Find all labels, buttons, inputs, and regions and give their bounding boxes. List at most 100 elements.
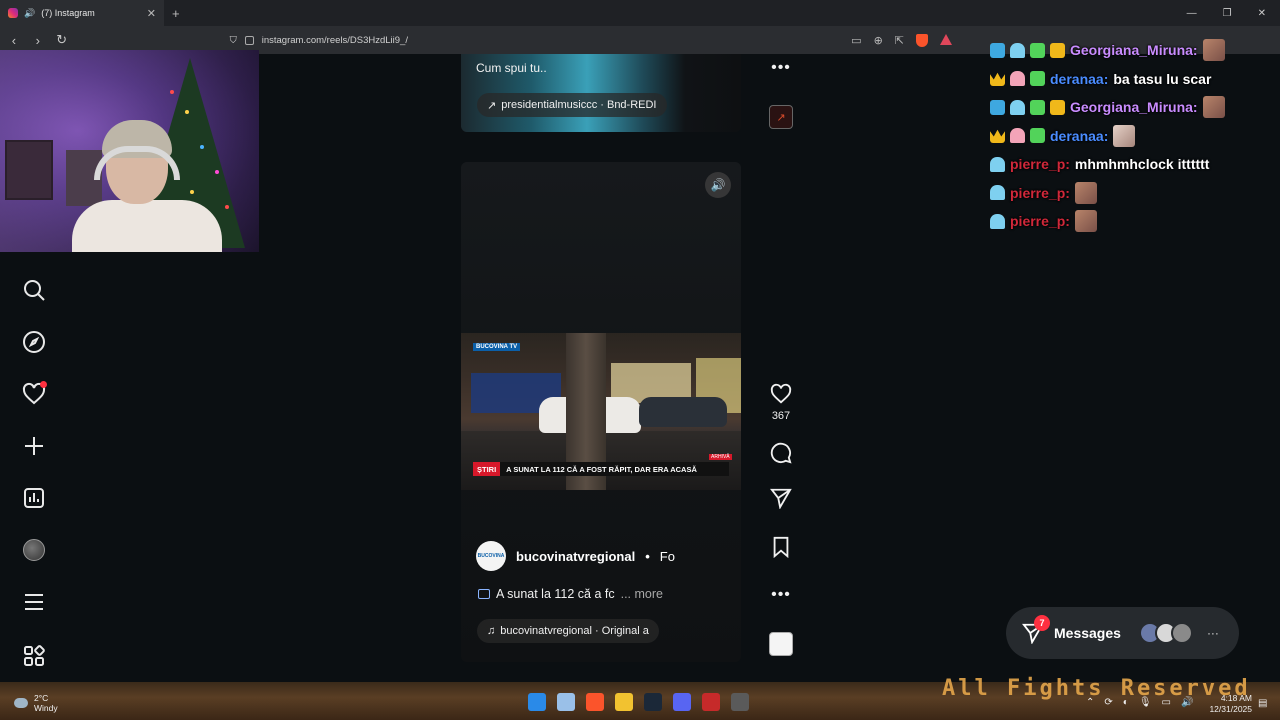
restore-button[interactable]: ❐	[1223, 8, 1232, 19]
tree-light	[170, 90, 174, 94]
cast-icon[interactable]: ▭	[851, 34, 861, 47]
tray-chevron-icon[interactable]: ⌃	[1086, 697, 1094, 708]
sidebar-more[interactable]	[20, 588, 48, 616]
gold-badge-icon	[1050, 42, 1065, 58]
search-icon	[24, 280, 45, 301]
sidebar-create[interactable]	[20, 432, 48, 460]
reel-video[interactable]: BUCOVINA TV ARHIVĂ ȘTIRI A SUNAT LA 112 …	[461, 333, 741, 490]
share-icon[interactable]: ⇱	[895, 34, 904, 47]
volume-icon[interactable]: 🔊	[1181, 697, 1193, 708]
reel-options-button[interactable]: •••	[768, 582, 794, 608]
description-text: A sunat la 112 că a fc	[496, 587, 615, 601]
sidebar-notifications[interactable]	[20, 380, 48, 408]
zoom-icon[interactable]: ⊕	[874, 34, 883, 47]
channel-logo: BUCOVINA TV	[473, 343, 521, 351]
sidebar-explore[interactable]	[20, 328, 48, 356]
sound-toggle-button[interactable]: 🔊	[705, 172, 731, 198]
current-reel[interactable]: 🔊 BUCOVINA TV ARHIVĂ ȘTIRI A SUNAT LA 11…	[461, 162, 741, 662]
author-avatar[interactable]: BUCOVINA	[476, 541, 506, 571]
follow-button[interactable]: Fo	[660, 549, 675, 564]
microphone-icon[interactable]: 🎙	[1139, 697, 1152, 708]
apps-grid-icon	[24, 645, 45, 666]
chat-username: deranaa:	[1050, 127, 1109, 144]
weather-widget[interactable]: 2°C Windy	[14, 693, 58, 713]
reel-audio-thumb[interactable]	[768, 631, 794, 657]
reel-audio[interactable]: ♫ bucovinatvregional · Original a	[477, 619, 659, 643]
previous-reel-audio-thumb[interactable]: ↗	[768, 104, 794, 130]
brave-rewards-icon[interactable]	[940, 33, 953, 45]
bookmark-page-icon[interactable]: ⛉	[230, 35, 237, 46]
gift-badge-icon	[1030, 99, 1045, 115]
author-username[interactable]: bucovinatvregional	[516, 549, 635, 564]
close-tab-icon[interactable]: ✕	[147, 7, 156, 20]
music-note-icon: ♫	[487, 625, 496, 637]
more-link[interactable]: ... more	[621, 587, 663, 601]
compass-icon	[23, 331, 45, 353]
chat-username: pierre_p:	[1010, 156, 1070, 173]
news-ticker: ȘTIRI A SUNAT LA 112 CĂ A FOST RĂPIT, DA…	[473, 462, 729, 476]
instagram-sidebar	[0, 262, 68, 682]
minimize-button[interactable]: —	[1187, 8, 1197, 19]
network-icon[interactable]: ▭	[1162, 697, 1171, 708]
speaker-icon[interactable]: 🔊	[24, 8, 35, 19]
back-button[interactable]: ‹	[8, 33, 20, 48]
forward-button[interactable]: ›	[32, 33, 44, 48]
sidebar-search[interactable]	[20, 276, 48, 304]
tab-instagram[interactable]: 🔊 (7) Instagram ✕	[0, 0, 164, 26]
video-dark-car	[639, 397, 727, 427]
share-button[interactable]	[768, 485, 794, 511]
taskbar-clock[interactable]: 4:18 AM 12/31/2025	[1206, 693, 1252, 715]
pink-badge-icon	[1010, 71, 1025, 87]
streamer-shirt	[72, 200, 222, 252]
like-count: 367	[771, 410, 791, 422]
sync-icon[interactable]: ⟳	[1104, 697, 1112, 708]
window-controls: — ❐ ✕	[1187, 8, 1280, 19]
ticker-text: A SUNAT LA 112 CĂ A FOST RĂPIT, DAR ERA …	[506, 464, 697, 474]
steam-icon[interactable]	[644, 693, 662, 711]
tv-emoji-icon	[478, 589, 490, 599]
start-icon[interactable]	[528, 693, 546, 711]
site-info-icon[interactable]	[244, 35, 254, 45]
brave-browser-icon[interactable]	[586, 693, 604, 711]
notification-dot	[40, 381, 47, 388]
task-view-icon[interactable]	[557, 693, 575, 711]
clock-time: 4:18 AM	[1220, 693, 1252, 703]
notifications-icon[interactable]: ▤	[1258, 698, 1267, 709]
vpn-shield-icon[interactable]	[702, 693, 720, 711]
previous-reel[interactable]: Cum spui tu.. ↗ presidentialmusiccc · Bn…	[461, 54, 741, 132]
chat-emote-icon	[1202, 39, 1225, 62]
brave-shields-icon[interactable]	[916, 33, 929, 47]
sidebar-profile[interactable]	[20, 536, 48, 564]
previous-reel-caption: Cum spui tu..	[476, 61, 547, 75]
like-button[interactable]	[768, 381, 794, 407]
url-text: instagram.com/reels/DS3HzdLii9_/	[261, 34, 408, 46]
previous-reel-audio[interactable]: ↗ presidentialmusiccc · Bnd-REDI	[477, 93, 667, 117]
reel-audio-label: bucovinatvregional · Original a	[500, 625, 649, 637]
ghost-badge-icon	[990, 185, 1005, 201]
ghost-badge-icon	[1010, 99, 1025, 115]
streamer	[72, 120, 222, 252]
unread-badge: 7	[1034, 615, 1050, 631]
chat-emote-icon	[1074, 181, 1097, 204]
sidebar-dashboard[interactable]	[20, 484, 48, 512]
more-options-icon: •••	[771, 59, 791, 76]
file-explorer-icon[interactable]	[615, 693, 633, 711]
reload-button[interactable]: ↻	[56, 32, 68, 48]
gift-badge-icon	[1030, 128, 1045, 144]
sidebar-also-from-meta[interactable]	[20, 642, 48, 670]
save-button[interactable]	[768, 534, 794, 560]
headset-icon[interactable]: ◐	[1123, 697, 1129, 708]
new-tab-button[interactable]: +	[172, 6, 180, 21]
ghost-badge-icon	[990, 213, 1005, 229]
comment-button[interactable]	[768, 440, 794, 466]
app-window-icon[interactable]	[731, 693, 749, 711]
discord-icon[interactable]	[673, 693, 691, 711]
close-window-button[interactable]: ✕	[1258, 8, 1266, 19]
stream-chat-overlay: Georgiana_Miruna: deranaa: ba tasu lu scar…	[990, 36, 1280, 236]
address-field[interactable]: ⛉ instagram.com/reels/DS3HzdLii9_/	[230, 30, 840, 50]
chat-message: Georgiana_Miruna:	[990, 93, 1280, 122]
reel-description: A sunat la 112 că a fc ... more	[478, 587, 663, 601]
messages-button[interactable]: 7 Messages ···	[1006, 607, 1239, 659]
tree-light	[225, 205, 229, 209]
previous-reel-options-button[interactable]: •••	[768, 55, 794, 81]
